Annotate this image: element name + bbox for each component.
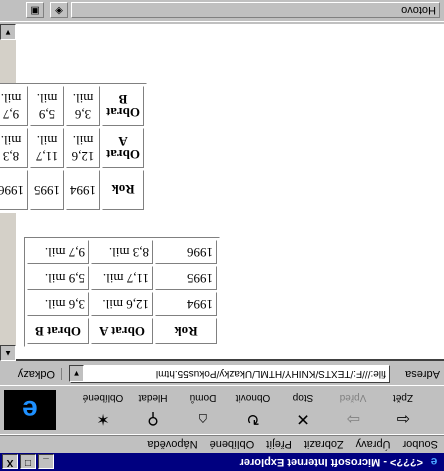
refresh-button[interactable]: ↻ Obnovit	[230, 388, 276, 432]
back-arrow-icon: ⇦	[396, 410, 410, 427]
header-cell: Obrat A	[91, 318, 153, 344]
refresh-icon: ↻	[246, 410, 260, 427]
menu-upravy[interactable]: Úpravy	[356, 439, 391, 451]
table-cell: 1995	[30, 170, 65, 210]
menu-bar: Soubor Úpravy Zobrazit Přejít Oblíbené N…	[0, 435, 444, 453]
table-header-row: Rok Obrat A Obrat B	[27, 318, 217, 344]
maximize-button[interactable]: □	[20, 454, 36, 470]
links-button[interactable]: Odkazy	[17, 368, 62, 380]
ie-logo-icon: e	[430, 455, 438, 469]
security-zone-icon: ◈	[50, 2, 68, 18]
table-row: Obrat A 12,6 mil. 11,7 mil. 8,3 mil.	[0, 128, 144, 168]
browser-window: e <???> - Microsoft Internet Explorer _ …	[0, 0, 444, 471]
header-cell: Rok	[155, 318, 217, 344]
table-cell: 12,6 mil.	[66, 128, 101, 168]
toolbar: ⇦ Zpět ⇨ Vpřed ✕ Stop ↻ Obnovit ⌂ Domů ⚲…	[0, 385, 444, 435]
turnover-table-horizontal: Rok Obrat A Obrat B 1994 12,6 mil. 3,6 m…	[24, 237, 220, 347]
address-dropdown-button[interactable]: ▼	[69, 365, 84, 382]
table-cell: 8,3 mil.	[91, 240, 153, 264]
back-label: Zpět	[393, 392, 414, 403]
table-cell: 12,6 mil.	[91, 292, 153, 316]
table-cell: 3,6 mil.	[27, 292, 89, 316]
home-icon: ⌂	[198, 410, 208, 427]
table-cell: 1996	[155, 240, 217, 264]
table-cell: 5,9 mil.	[30, 86, 65, 126]
table-cell: 1996	[0, 170, 29, 210]
address-label: Adresa	[405, 368, 440, 380]
window-title: <???> - Microsoft Internet Explorer	[239, 456, 423, 468]
table-cell: 1995	[155, 266, 217, 290]
table-cell: 1994	[155, 292, 217, 316]
status-bar: Hotovo ◈ ▣	[0, 0, 444, 22]
header-cell: Obrat B	[27, 318, 89, 344]
table-cell: 9,7 mil.	[0, 86, 29, 126]
header-cell: Rok	[102, 170, 144, 210]
home-button[interactable]: ⌂ Domů	[180, 388, 226, 432]
table-cell: 11,7 mil.	[91, 266, 153, 290]
my-computer-icon: ▣	[26, 2, 44, 18]
table-row: Obrat B 3,6 mil. 5,9 mil. 9,7 mil.	[0, 86, 144, 126]
home-label: Domů	[189, 392, 217, 403]
address-bar: Adresa file:///F:/TEXTS/KNIHY/HTML/Ukazk…	[0, 361, 444, 386]
favorites-label: Oblíbené	[82, 392, 124, 403]
menu-soubor[interactable]: Soubor	[403, 439, 438, 451]
menu-oblibene[interactable]: Oblíbené	[210, 439, 255, 451]
table-cell: 11,7 mil.	[30, 128, 65, 168]
back-button[interactable]: ⇦ Zpět	[380, 388, 426, 432]
table-cell: 8,3 mil.	[0, 128, 29, 168]
table-cell: 5,9 mil.	[27, 266, 89, 290]
table-cell: 9,7 mil.	[27, 240, 89, 264]
table-cell: 1994	[66, 170, 101, 210]
menu-zobrazit[interactable]: Zobrazit	[304, 439, 344, 451]
stop-button[interactable]: ✕ Stop	[280, 388, 326, 432]
table-cell: 3,6 mil.	[66, 86, 101, 126]
forward-button[interactable]: ⇨ Vpřed	[330, 388, 376, 432]
table-row: Rok 1994 1995 1996	[0, 170, 144, 210]
favorites-button[interactable]: ✶ Oblíbené	[80, 388, 126, 432]
search-icon: ⚲	[147, 410, 159, 427]
refresh-label: Obnovit	[235, 392, 271, 403]
forward-arrow-icon: ⇨	[346, 410, 360, 427]
stop-label: Stop	[292, 392, 314, 403]
header-cell: Obrat B	[102, 86, 144, 126]
ie-throbber-logo: e	[4, 390, 56, 430]
menu-prejit[interactable]: Přejít	[266, 439, 292, 451]
minimize-button[interactable]: _	[38, 454, 54, 470]
table-row: 1996 8,3 mil. 9,7 mil.	[27, 240, 217, 264]
table-row: 1995 11,7 mil. 5,9 mil.	[27, 266, 217, 290]
header-cell: Obrat A	[102, 128, 144, 168]
scroll-up-button[interactable]: ▲	[0, 345, 16, 361]
menu-napoveda[interactable]: Nápověda	[147, 439, 197, 451]
search-button[interactable]: ⚲ Hledat	[130, 388, 176, 432]
scroll-down-button[interactable]: ▼	[0, 24, 16, 40]
favorites-icon: ✶	[96, 410, 110, 427]
status-text: Hotovo	[71, 2, 440, 18]
table-row: 1994 12,6 mil. 3,6 mil.	[27, 292, 217, 316]
turnover-table-vertical: Rok 1994 1995 1996 Obrat A 12,6 mil. 11,…	[0, 83, 147, 213]
forward-label: Vpřed	[339, 392, 367, 403]
title-bar: e <???> - Microsoft Internet Explorer _ …	[0, 453, 444, 471]
stop-icon: ✕	[296, 410, 310, 427]
close-button[interactable]: X	[2, 454, 18, 470]
address-input[interactable]: file:///F:/TEXTS/KNIHY/HTML/Ukazky/Pokus…	[70, 365, 390, 383]
search-label: Hledat	[138, 392, 168, 403]
